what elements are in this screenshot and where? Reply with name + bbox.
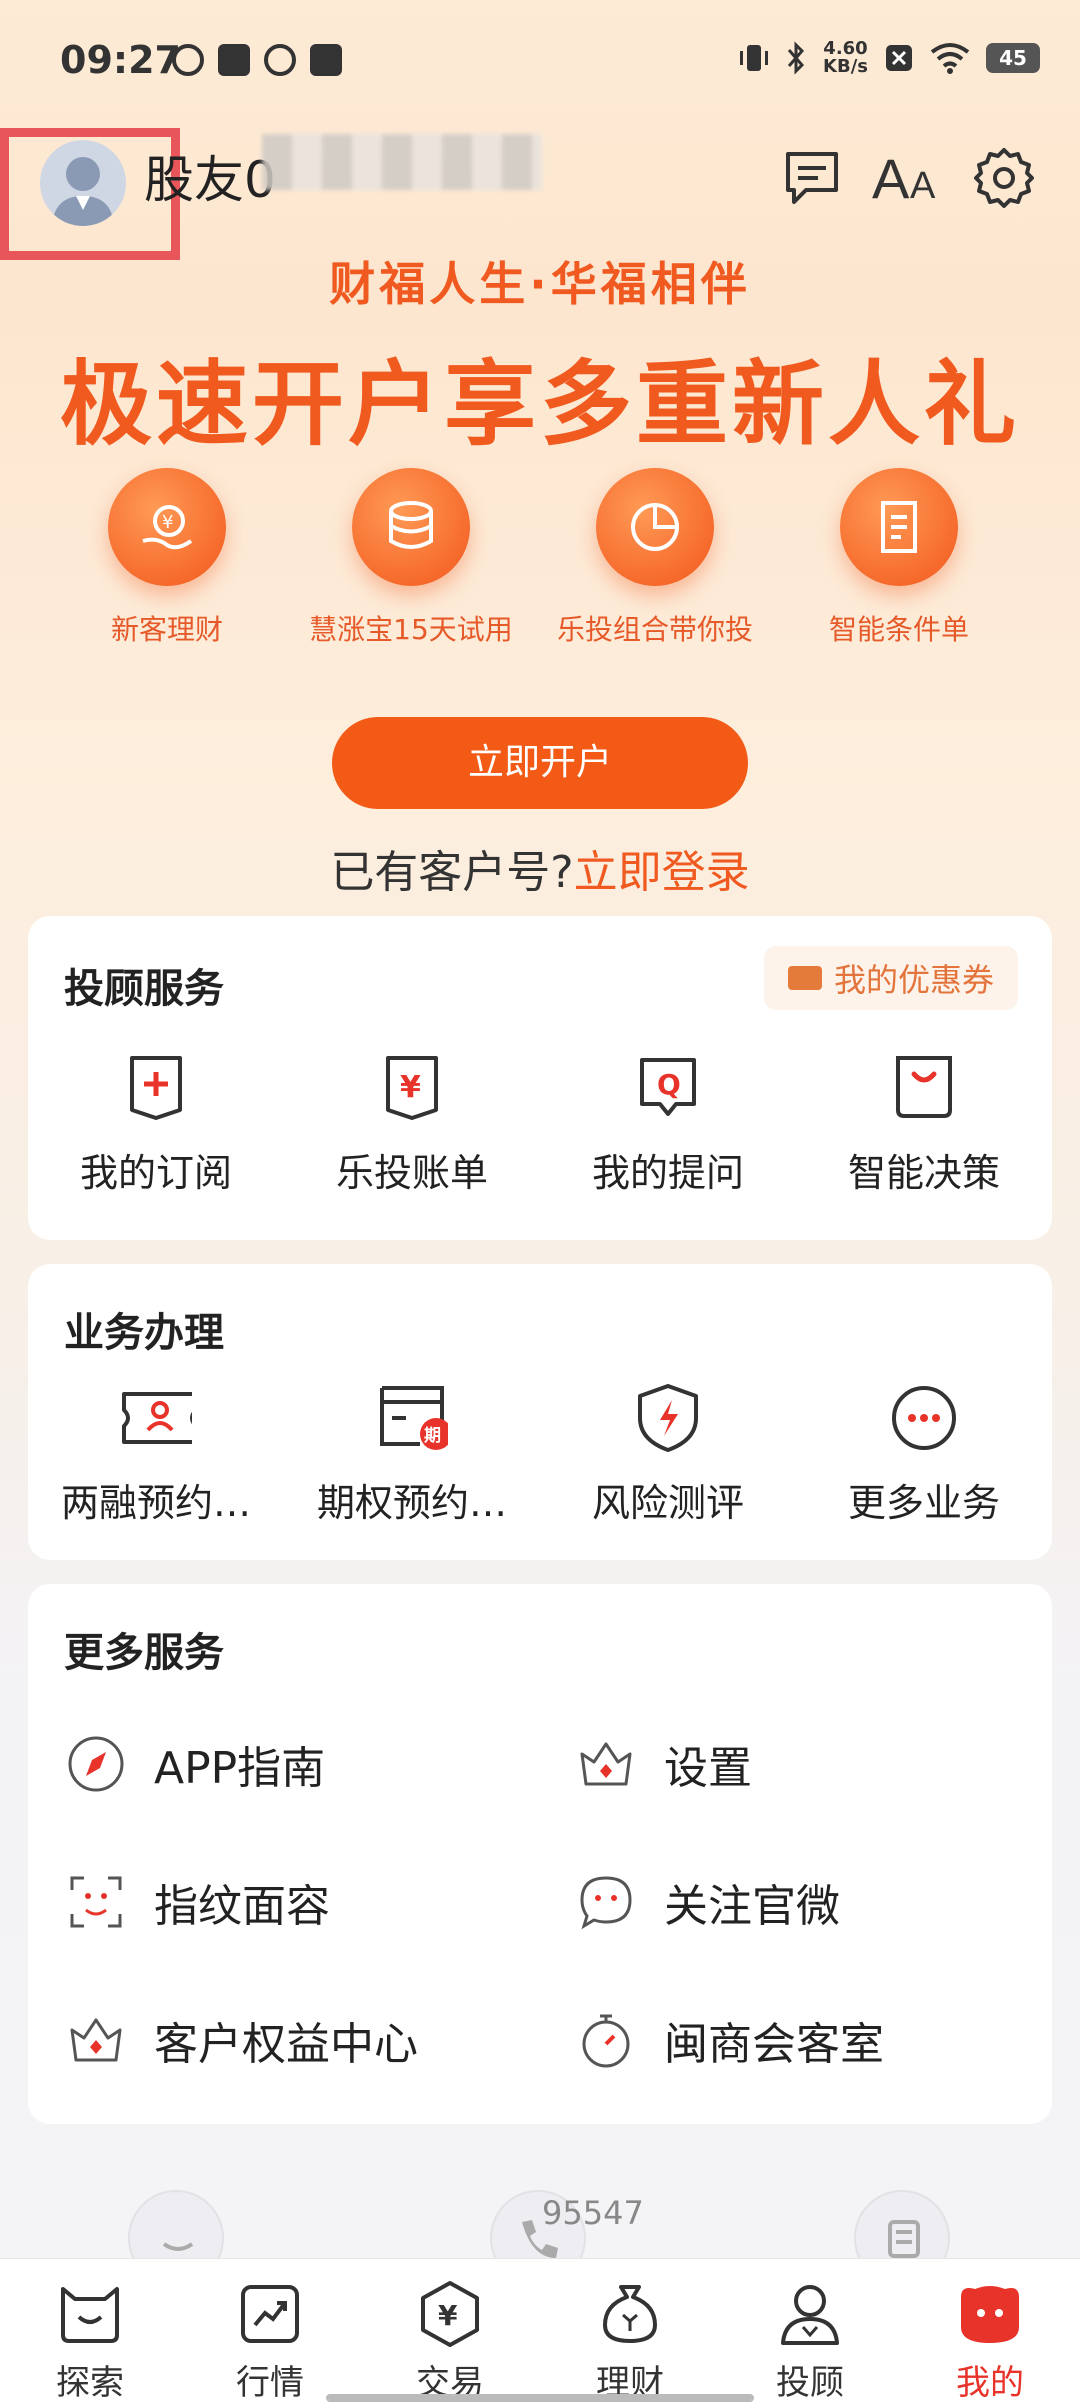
svg-text:¥: ¥ xyxy=(438,2299,458,2332)
svg-text:期: 期 xyxy=(424,1426,441,1446)
advisor-icon xyxy=(781,2285,839,2345)
bag-notification-icon xyxy=(218,44,250,76)
open-account-button[interactable]: 立即开户 xyxy=(332,717,748,809)
market-chart-icon xyxy=(241,2285,299,2343)
notification-icons xyxy=(172,44,342,76)
shield-bolt-icon xyxy=(638,1384,698,1452)
svg-text:A: A xyxy=(910,165,936,207)
feature-huizhangbao-trial[interactable]: 慧涨宝15天试用 xyxy=(306,468,516,648)
plus-bookmark-icon xyxy=(130,1056,182,1120)
advisor-services-title: 投顾服务 xyxy=(64,966,224,1012)
business-title: 业务办理 xyxy=(64,1310,224,1356)
svg-text:Q: Q xyxy=(657,1068,681,1101)
minshang-lounge-item[interactable]: 闽商会客室 xyxy=(576,2008,884,2072)
system-status: 4.60 KB/s 45 xyxy=(739,40,1040,76)
svg-text:¥: ¥ xyxy=(162,512,173,533)
svg-text:¥: ¥ xyxy=(400,1070,421,1105)
battery-indicator: 45 xyxy=(986,43,1040,73)
message-icon xyxy=(786,152,838,204)
qq-notification-icon xyxy=(264,44,296,76)
settings-button[interactable] xyxy=(972,146,1036,210)
wifi-icon xyxy=(930,43,970,74)
gear-icon xyxy=(974,148,1034,208)
face-scan-icon xyxy=(70,1876,122,1928)
home-indicator[interactable] xyxy=(326,2394,754,2402)
trade-yuan-icon: ¥ xyxy=(421,2281,479,2347)
settings-item[interactable]: 设置 xyxy=(576,1732,752,1796)
more-services-card: 更多服务 APP指南 设置 指纹面容 关注官微 客户权益中心 闽商会客室 xyxy=(28,1584,1052,2124)
tab-trade[interactable]: ¥ 交易 xyxy=(360,2259,540,2408)
login-prompt-line: 已有客户号?立即登录 xyxy=(0,836,1080,900)
bottom-tab-bar: 探索 行情 ¥ 交易 理财 投顾 我的 xyxy=(0,2258,1080,2408)
business-card: 业务办理 两融预约… 期 期权预约… 风险测评 更多业务 xyxy=(28,1264,1052,1560)
tab-mine[interactable]: 我的 xyxy=(900,2259,1080,2408)
shield-notification-icon xyxy=(310,44,342,76)
smart-decision-item[interactable]: 智能决策 xyxy=(796,1052,1052,1197)
customer-rights-center-item[interactable]: 客户权益中心 xyxy=(66,2008,418,2072)
business-grid: 两融预约… 期 期权预约… 风险测评 更多业务 xyxy=(28,1382,1052,1527)
my-subscription-item[interactable]: 我的订阅 xyxy=(28,1052,284,1197)
vibrate-icon xyxy=(740,45,769,71)
fingerprint-face-item[interactable]: 指纹面容 xyxy=(66,1870,330,1934)
tab-market[interactable]: 行情 xyxy=(180,2259,360,2408)
bag-icon xyxy=(896,1056,952,1118)
font-size-icon: AA xyxy=(872,147,936,210)
calendar-option-icon: 期 xyxy=(380,1386,448,1450)
login-prompt: 已有客户号? xyxy=(330,847,574,898)
app-notification-icon xyxy=(172,44,204,76)
promo-headline: 极速开户享多重新人礼 xyxy=(59,351,1020,458)
crown-icon xyxy=(70,2018,122,2062)
slogan: 财福人生·华福相伴 xyxy=(329,257,751,311)
my-coupons-button[interactable]: 我的优惠券 xyxy=(763,946,1018,1010)
hotline-number: 95547 xyxy=(542,2194,644,2232)
feature-smart-condition-order[interactable]: 智能条件单 xyxy=(794,468,1004,648)
options-appointment-item[interactable]: 期 期权预约… xyxy=(284,1382,540,1527)
stopwatch-icon xyxy=(582,2014,630,2068)
document-icon xyxy=(881,501,917,553)
money-bag-icon xyxy=(603,2285,657,2343)
chat-smile-icon xyxy=(580,1876,632,1930)
compass-icon xyxy=(68,1736,124,1792)
tab-explore[interactable]: 探索 xyxy=(0,2259,180,2408)
advisor-services-card: 投顾服务 我的优惠券 我的订阅 ¥ 乐投账单 Q 我的提问 智能决策 xyxy=(28,916,1052,1240)
username[interactable]: 股友0 xyxy=(144,140,276,212)
login-link[interactable]: 立即登录 xyxy=(574,847,750,898)
more-dots-icon xyxy=(892,1386,956,1450)
coupon-icon xyxy=(787,966,822,990)
coupon-label: 我的优惠券 xyxy=(833,961,994,999)
letou-bill-item[interactable]: ¥ 乐投账单 xyxy=(284,1052,540,1197)
app-guide-item[interactable]: APP指南 xyxy=(66,1732,325,1796)
svg-text:A: A xyxy=(872,147,910,210)
tab-wealth[interactable]: 理财 xyxy=(540,2259,720,2408)
status-bar: 09:27 4.60 KB/s 45 xyxy=(0,0,1080,128)
bluetooth-icon xyxy=(787,41,805,75)
yuan-bookmark-icon: ¥ xyxy=(386,1056,438,1120)
feature-new-customer-wealth[interactable]: ¥ 新客理财 xyxy=(62,468,272,648)
my-questions-item[interactable]: Q 我的提问 xyxy=(540,1052,796,1197)
message-button[interactable] xyxy=(780,146,844,210)
tab-advisor[interactable]: 投顾 xyxy=(720,2259,900,2408)
risk-assessment-item[interactable]: 风险测评 xyxy=(540,1382,796,1527)
question-bubble-icon: Q xyxy=(640,1058,696,1116)
follow-official-weibo-item[interactable]: 关注官微 xyxy=(576,1870,840,1934)
status-time: 09:27 xyxy=(60,38,181,82)
explore-icon xyxy=(61,2287,119,2343)
margin-trading-appointment-item[interactable]: 两融预约… xyxy=(28,1382,284,1527)
coins-stack-icon xyxy=(389,501,433,549)
masked-account-number xyxy=(262,134,542,190)
more-business-item[interactable]: 更多业务 xyxy=(796,1382,1052,1527)
yuan-hand-icon: ¥ xyxy=(142,505,193,550)
mine-face-icon xyxy=(961,2286,1019,2343)
pie-chart-icon xyxy=(631,503,679,551)
crown-icon xyxy=(580,1742,632,1786)
font-size-button[interactable]: AA xyxy=(872,146,944,210)
net-speed: 4.60 KB/s xyxy=(823,38,868,77)
more-services-title: 更多服务 xyxy=(64,1630,224,1676)
feature-letou-portfolio[interactable]: 乐投组合带你投 xyxy=(550,468,760,648)
id-card-icon xyxy=(122,1392,192,1444)
advisor-services-grid: 我的订阅 ¥ 乐投账单 Q 我的提问 智能决策 xyxy=(28,1052,1052,1197)
sim-disabled-icon xyxy=(886,45,912,71)
